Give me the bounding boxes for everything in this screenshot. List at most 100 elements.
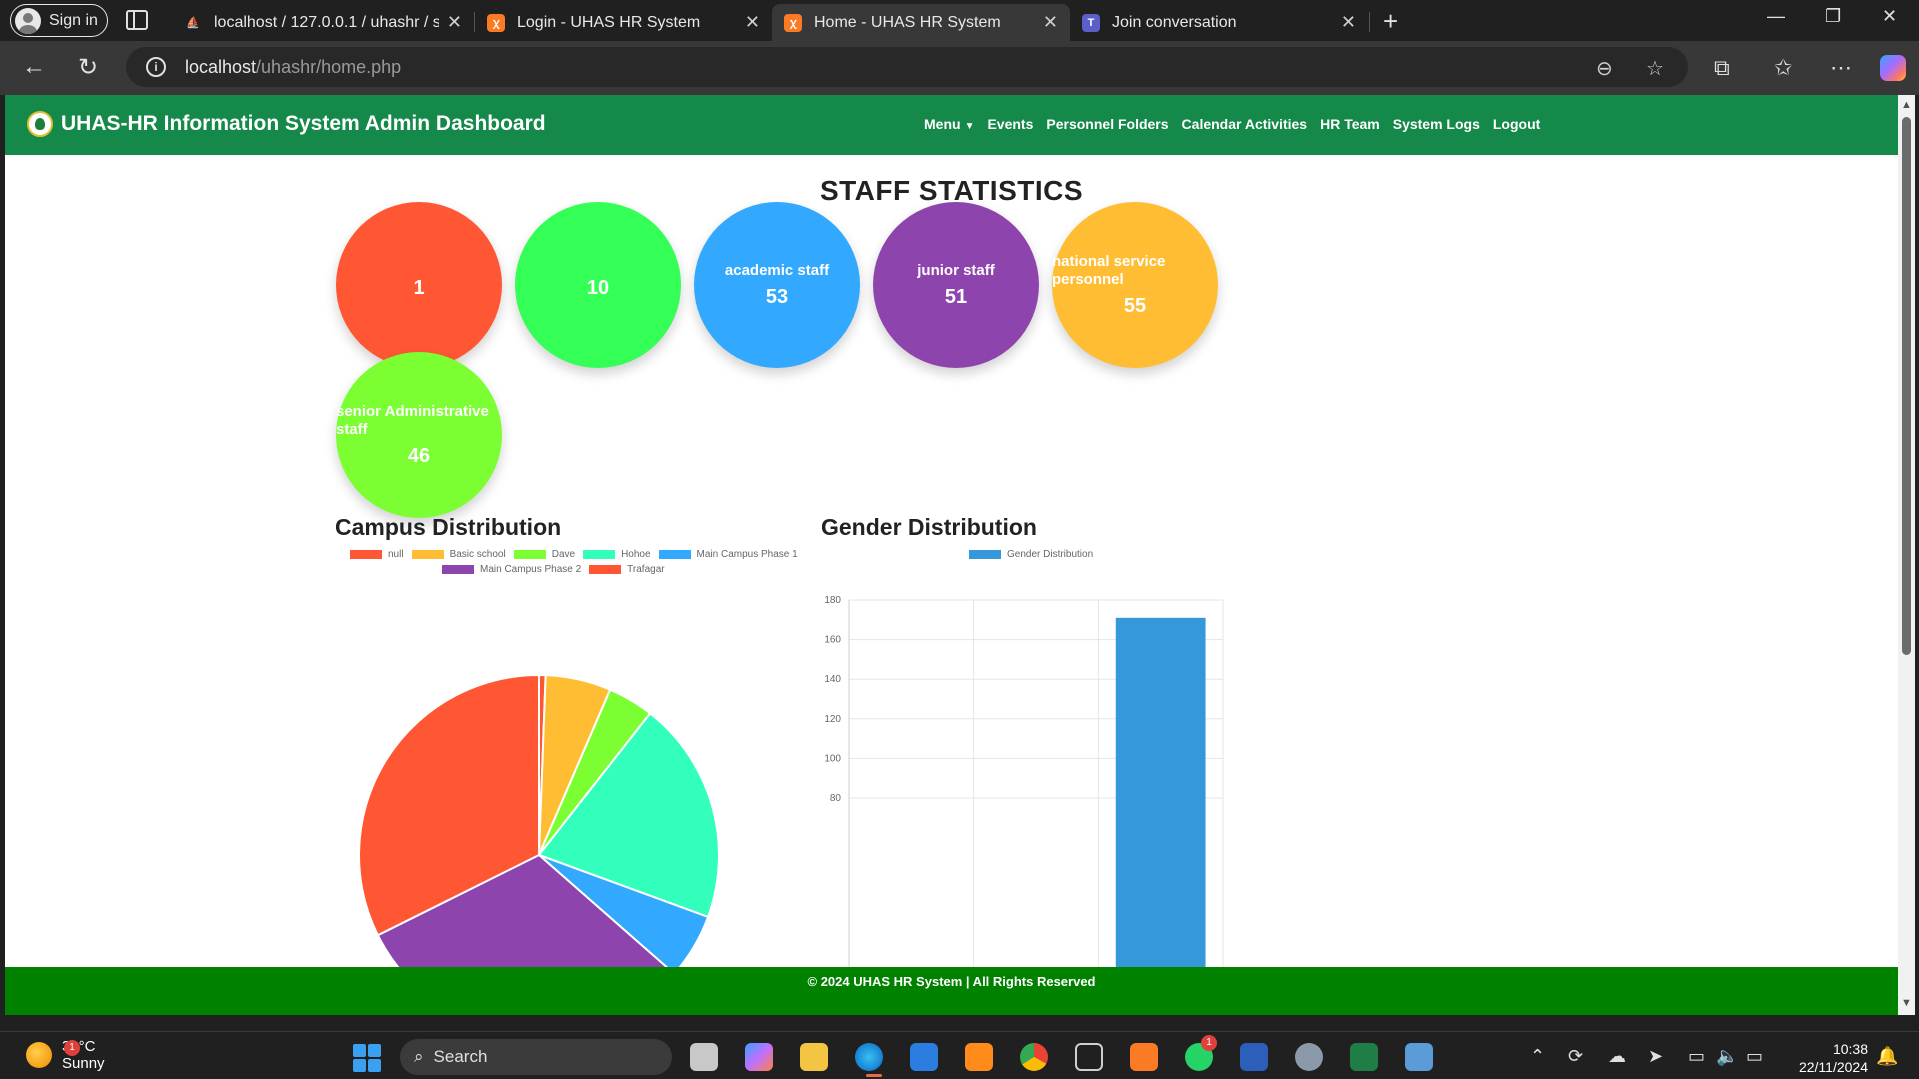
stat-label: junior staff	[917, 261, 995, 279]
copilot-icon[interactable]	[1880, 55, 1906, 81]
close-icon[interactable]: ✕	[1043, 12, 1058, 33]
tab-home[interactable]: ꭓ Home - UHAS HR System ✕	[772, 4, 1070, 41]
app-footer: © 2024 UHAS HR System | All Rights Reser…	[5, 967, 1898, 1015]
gender-distribution-title: Gender Distribution	[821, 514, 1037, 540]
scroll-down-arrow-icon[interactable]: ▼	[1901, 997, 1912, 1009]
new-tab-plus-icon[interactable]: +	[1383, 6, 1398, 37]
settings-gear-icon[interactable]	[1295, 1043, 1323, 1071]
edge-browser-icon[interactable]	[855, 1043, 883, 1071]
show-hidden-icons-chevron-icon[interactable]: ⌃	[1530, 1046, 1545, 1067]
start-windows-icon[interactable]	[353, 1044, 381, 1072]
onedrive-offline-icon[interactable]: ☁	[1608, 1046, 1626, 1067]
legend-label: Main Campus Phase 2	[480, 564, 582, 575]
pie-legend-entry[interactable]: Main Campus Phase 1	[658, 549, 798, 560]
pie-legend-entry[interactable]: Trafagar	[589, 564, 665, 575]
more-options-icon[interactable]: ⋯	[1830, 55, 1852, 81]
restore-icon[interactable]: ❐	[1825, 6, 1841, 27]
tab-join-conversation[interactable]: T Join conversation ✕	[1070, 4, 1368, 41]
taskbar-search[interactable]: ⌕ Search	[400, 1039, 672, 1075]
nav-personnel-folders[interactable]: Personnel Folders	[1046, 116, 1168, 132]
clock[interactable]: 10:38 22/11/2024	[1788, 1040, 1868, 1076]
scrollbar-thumb[interactable]	[1902, 117, 1911, 655]
reload-icon[interactable]: ↻	[78, 53, 98, 82]
extensions-icon[interactable]: ⧉	[1714, 55, 1730, 81]
sign-in-label: Sign in	[49, 11, 98, 29]
favorites-icon[interactable]: ✩	[1774, 55, 1792, 81]
sign-in-button[interactable]: Sign in	[10, 4, 108, 37]
stat-label: national service personnel	[1052, 252, 1166, 288]
remote-desktop-icon[interactable]	[1405, 1043, 1433, 1071]
brand[interactable]: UHAS-HR Information System Admin Dashboa…	[27, 111, 546, 137]
close-icon[interactable]: ✕	[745, 12, 760, 33]
caret-down-icon: ▼	[964, 121, 975, 132]
clock-time: 10:38	[1832, 1041, 1868, 1057]
volume-icon[interactable]: 🔈	[1716, 1046, 1738, 1067]
microsoft-store-icon[interactable]	[910, 1043, 938, 1071]
file-explorer-icon[interactable]	[800, 1043, 828, 1071]
pie-legend-entry[interactable]: Hohoe	[583, 549, 651, 560]
sync-icon[interactable]: ⟳	[1568, 1046, 1583, 1067]
tab-title: Home - UHAS HR System	[814, 13, 1001, 31]
address-bar[interactable]: i localhost/uhashr/home.php ⊖ ☆	[126, 47, 1688, 87]
pie-legend-entry[interactable]: Dave	[513, 549, 575, 560]
tab-phpmyadmin[interactable]: ⛵ localhost / 127.0.0.1 / uhashr / sta ✕	[172, 4, 474, 41]
task-view-icon[interactable]	[690, 1043, 718, 1071]
copilot-app-icon[interactable]	[745, 1043, 773, 1071]
tab-login[interactable]: ꭓ Login - UHAS HR System ✕	[475, 4, 772, 41]
nav-menu-dropdown[interactable]: Menu ▼	[924, 116, 974, 132]
menu-label: Menu	[924, 116, 961, 132]
nav-events[interactable]: Events	[987, 116, 1033, 132]
scroll-up-arrow-icon[interactable]: ▲	[1901, 99, 1912, 111]
nav-hr-team[interactable]: HR Team	[1320, 116, 1380, 132]
legend-swatch	[442, 565, 474, 574]
url-text[interactable]: localhost/uhashr/home.php	[185, 57, 401, 78]
battery-icon[interactable]: ▭	[1746, 1046, 1763, 1067]
zoom-icon[interactable]: ⊖	[1596, 56, 1613, 81]
stat-value: 46	[407, 444, 431, 467]
word-icon[interactable]	[1240, 1043, 1268, 1071]
location-icon[interactable]: ➤	[1648, 1046, 1663, 1067]
minimize-icon[interactable]: —	[1767, 6, 1785, 27]
xampp-app-icon[interactable]	[1130, 1043, 1158, 1071]
site-info-icon[interactable]: i	[146, 57, 166, 77]
back-arrow-icon[interactable]: ←	[22, 53, 46, 81]
excel-icon[interactable]	[1350, 1043, 1378, 1071]
chrome-icon[interactable]	[1020, 1043, 1048, 1071]
pie-legend-entry[interactable]: null	[350, 549, 404, 560]
url-host: localhost	[185, 56, 257, 77]
pie-legend-entry[interactable]: Main Campus Phase 2	[442, 564, 581, 575]
pie-legend-entry[interactable]: Basic school	[411, 549, 506, 560]
legend-label: Main Campus Phase 1	[696, 549, 798, 560]
stat-label: senior Administrative staff	[336, 402, 489, 438]
stat-circle-national-service: national service personnel 55	[1052, 202, 1218, 368]
app-navbar: UHAS-HR Information System Admin Dashboa…	[5, 95, 1898, 155]
stat-circle-academic-staff: academic staff 53	[694, 202, 860, 368]
y-tick-label: 100	[824, 753, 841, 764]
legend-swatch	[350, 550, 382, 559]
close-icon[interactable]: ✕	[447, 12, 462, 33]
legend-swatch	[589, 565, 622, 574]
pie-legend-row-1: null Basic school Dave Hohoe Main Campus Pha…	[350, 549, 798, 560]
tab-title: Login - UHAS HR System	[517, 13, 701, 31]
nav-logout[interactable]: Logout	[1493, 116, 1540, 132]
page-scrollbar[interactable]: ▲ ▼	[1898, 95, 1915, 1015]
active-app-indicator	[866, 1074, 882, 1077]
campus-pie-chart	[358, 673, 720, 975]
weather-badge: 1	[64, 1040, 80, 1056]
sublime-text-icon[interactable]	[965, 1043, 993, 1071]
weather-widget[interactable]: 1 31°CSunny	[26, 1038, 105, 1072]
virtualbox-icon[interactable]	[1075, 1043, 1103, 1071]
pie-legend-row-2: Main Campus Phase 2 Trafagar	[442, 564, 665, 575]
network-icon[interactable]: ▭	[1688, 1046, 1705, 1067]
nav-system-logs[interactable]: System Logs	[1393, 116, 1480, 132]
notification-bell-icon[interactable]: 🔔	[1876, 1046, 1898, 1067]
close-icon[interactable]: ✕	[1341, 12, 1356, 33]
favorite-star-icon[interactable]: ☆	[1646, 56, 1664, 81]
close-window-icon[interactable]: ✕	[1882, 6, 1897, 27]
nav-calendar-activities[interactable]: Calendar Activities	[1182, 116, 1308, 132]
y-tick-label: 160	[824, 635, 841, 646]
bar[interactable]	[1115, 617, 1206, 975]
address-toolbar: ← ↻ i localhost/uhashr/home.php ⊖ ☆ ⧉ ✩ …	[0, 41, 1919, 95]
tab-actions-icon[interactable]	[126, 10, 148, 30]
stat-value: 53	[765, 285, 789, 308]
